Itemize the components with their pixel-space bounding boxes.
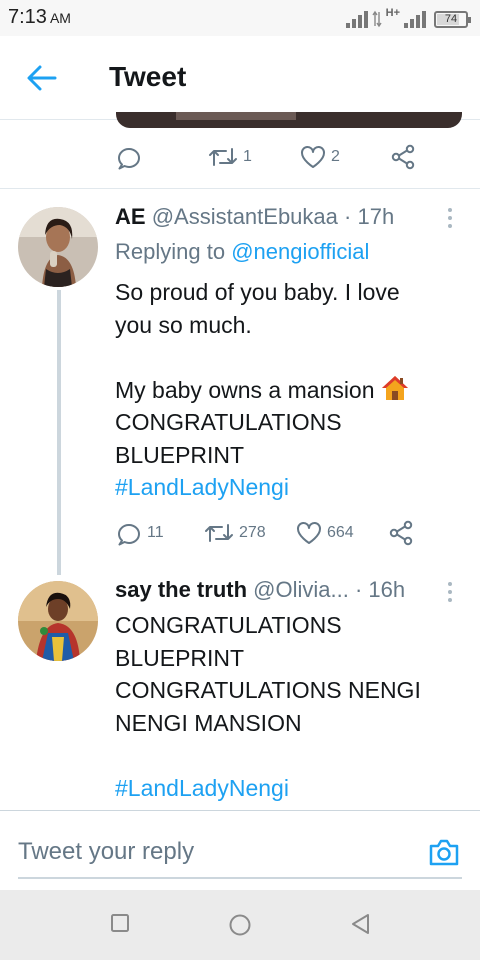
display-name[interactable]: say the truth [115, 577, 247, 602]
more-options-icon[interactable] [445, 208, 455, 232]
share-icon [391, 144, 415, 170]
tweet-line: CONGRATULATIONS [115, 409, 342, 435]
heart-icon [301, 146, 325, 168]
tweet-media-image[interactable] [116, 112, 462, 128]
user-handle[interactable]: @AssistantEbukaa [152, 204, 338, 229]
avatar[interactable] [18, 581, 98, 661]
retweet-icon [209, 148, 237, 166]
house-emoji-icon [381, 375, 408, 400]
like-button[interactable]: 2 [300, 145, 390, 169]
replying-to-label: Replying to [115, 239, 226, 264]
tweet-timestamp: 17h [357, 204, 395, 229]
back-nav-icon[interactable] [350, 913, 372, 935]
display-name[interactable]: AE [115, 204, 146, 229]
tweet-timestamp: 16h [368, 577, 406, 602]
recent-apps-icon[interactable] [110, 913, 130, 933]
tweet-line [115, 341, 455, 374]
avatar[interactable] [18, 207, 98, 287]
tweet-line-with-emoji: My baby owns a mansion [115, 374, 455, 407]
reply-button[interactable] [116, 144, 208, 170]
retweet-count: 1 [243, 148, 252, 165]
tweet-text: CONGRATULATIONS BLUEPRINT CONGRATULATION… [115, 609, 455, 804]
share-icon [389, 520, 413, 546]
retweet-button[interactable]: 278 [204, 521, 296, 545]
hashtag-link[interactable]: #LandLadyNengi [115, 471, 455, 504]
status-time: 7:13 AM [8, 6, 71, 28]
tweet-text: So proud of you baby. I love you so much… [115, 276, 455, 504]
retweet-icon [205, 524, 233, 542]
divider [0, 188, 480, 189]
reply-icon [118, 148, 140, 170]
heart-icon [297, 522, 321, 544]
tweet-line: My baby owns a mansion [115, 376, 375, 403]
more-options-icon[interactable] [445, 582, 455, 606]
reply-button[interactable]: 11 [116, 520, 204, 546]
like-count: 2 [331, 148, 340, 165]
tweet-actions: 1 2 [116, 144, 416, 170]
reply-icon [118, 524, 140, 546]
reply-count: 11 [147, 524, 164, 541]
tweet-line: BLUEPRINT [115, 441, 245, 468]
hashtag-link[interactable]: #LandLadyNengi [115, 772, 455, 805]
retweet-count: 278 [239, 524, 266, 541]
tweet-line: NENGI MANSION [115, 709, 302, 736]
tweet-line: CONGRATULATIONS NENGI [115, 677, 421, 703]
retweet-button[interactable]: 1 [208, 145, 300, 169]
tweet-actions: 11 278 664 [116, 520, 414, 546]
separator-dot: · [344, 204, 352, 229]
signal-icon [345, 10, 368, 28]
tweet-header: say the truth @Olivia... · 16h [115, 577, 405, 603]
battery-icon: 74 [434, 11, 471, 28]
separator-dot: · [354, 577, 363, 602]
arrow-left-icon[interactable] [26, 64, 58, 92]
status-icons: H+ 74 [345, 7, 471, 28]
tweet-line [115, 739, 455, 772]
tweet-line: So proud of you baby. I love [115, 279, 400, 305]
tweet-line: you so much. [115, 311, 252, 338]
like-button[interactable]: 664 [296, 521, 388, 545]
tweet-header: AE @AssistantEbukaa · 17h [115, 204, 394, 230]
battery-level: 74 [444, 13, 458, 25]
like-count: 664 [327, 524, 354, 541]
tweet-line: CONGRATULATIONS [115, 612, 342, 638]
status-bar: 7:13 AM H+ 74 [0, 0, 480, 36]
tweet-line: BLUEPRINT [115, 644, 245, 671]
share-button[interactable] [388, 520, 414, 546]
home-icon[interactable] [228, 913, 252, 937]
signal-icon-2 [404, 10, 426, 28]
system-nav-bar [0, 890, 480, 960]
network-type: H+ [385, 7, 400, 19]
mention-link[interactable]: @nengiofficial [231, 239, 369, 264]
camera-icon[interactable] [428, 837, 460, 867]
reply-composer [0, 810, 480, 890]
data-arrows-icon [372, 10, 382, 28]
replying-to: Replying to @nengiofficial [115, 239, 369, 265]
reply-input[interactable] [18, 833, 462, 879]
page-title: Tweet [109, 61, 187, 92]
share-button[interactable] [390, 144, 416, 170]
thread-line [57, 290, 61, 575]
app-header: Tweet [0, 36, 480, 120]
user-handle[interactable]: @Olivia... [253, 577, 349, 602]
